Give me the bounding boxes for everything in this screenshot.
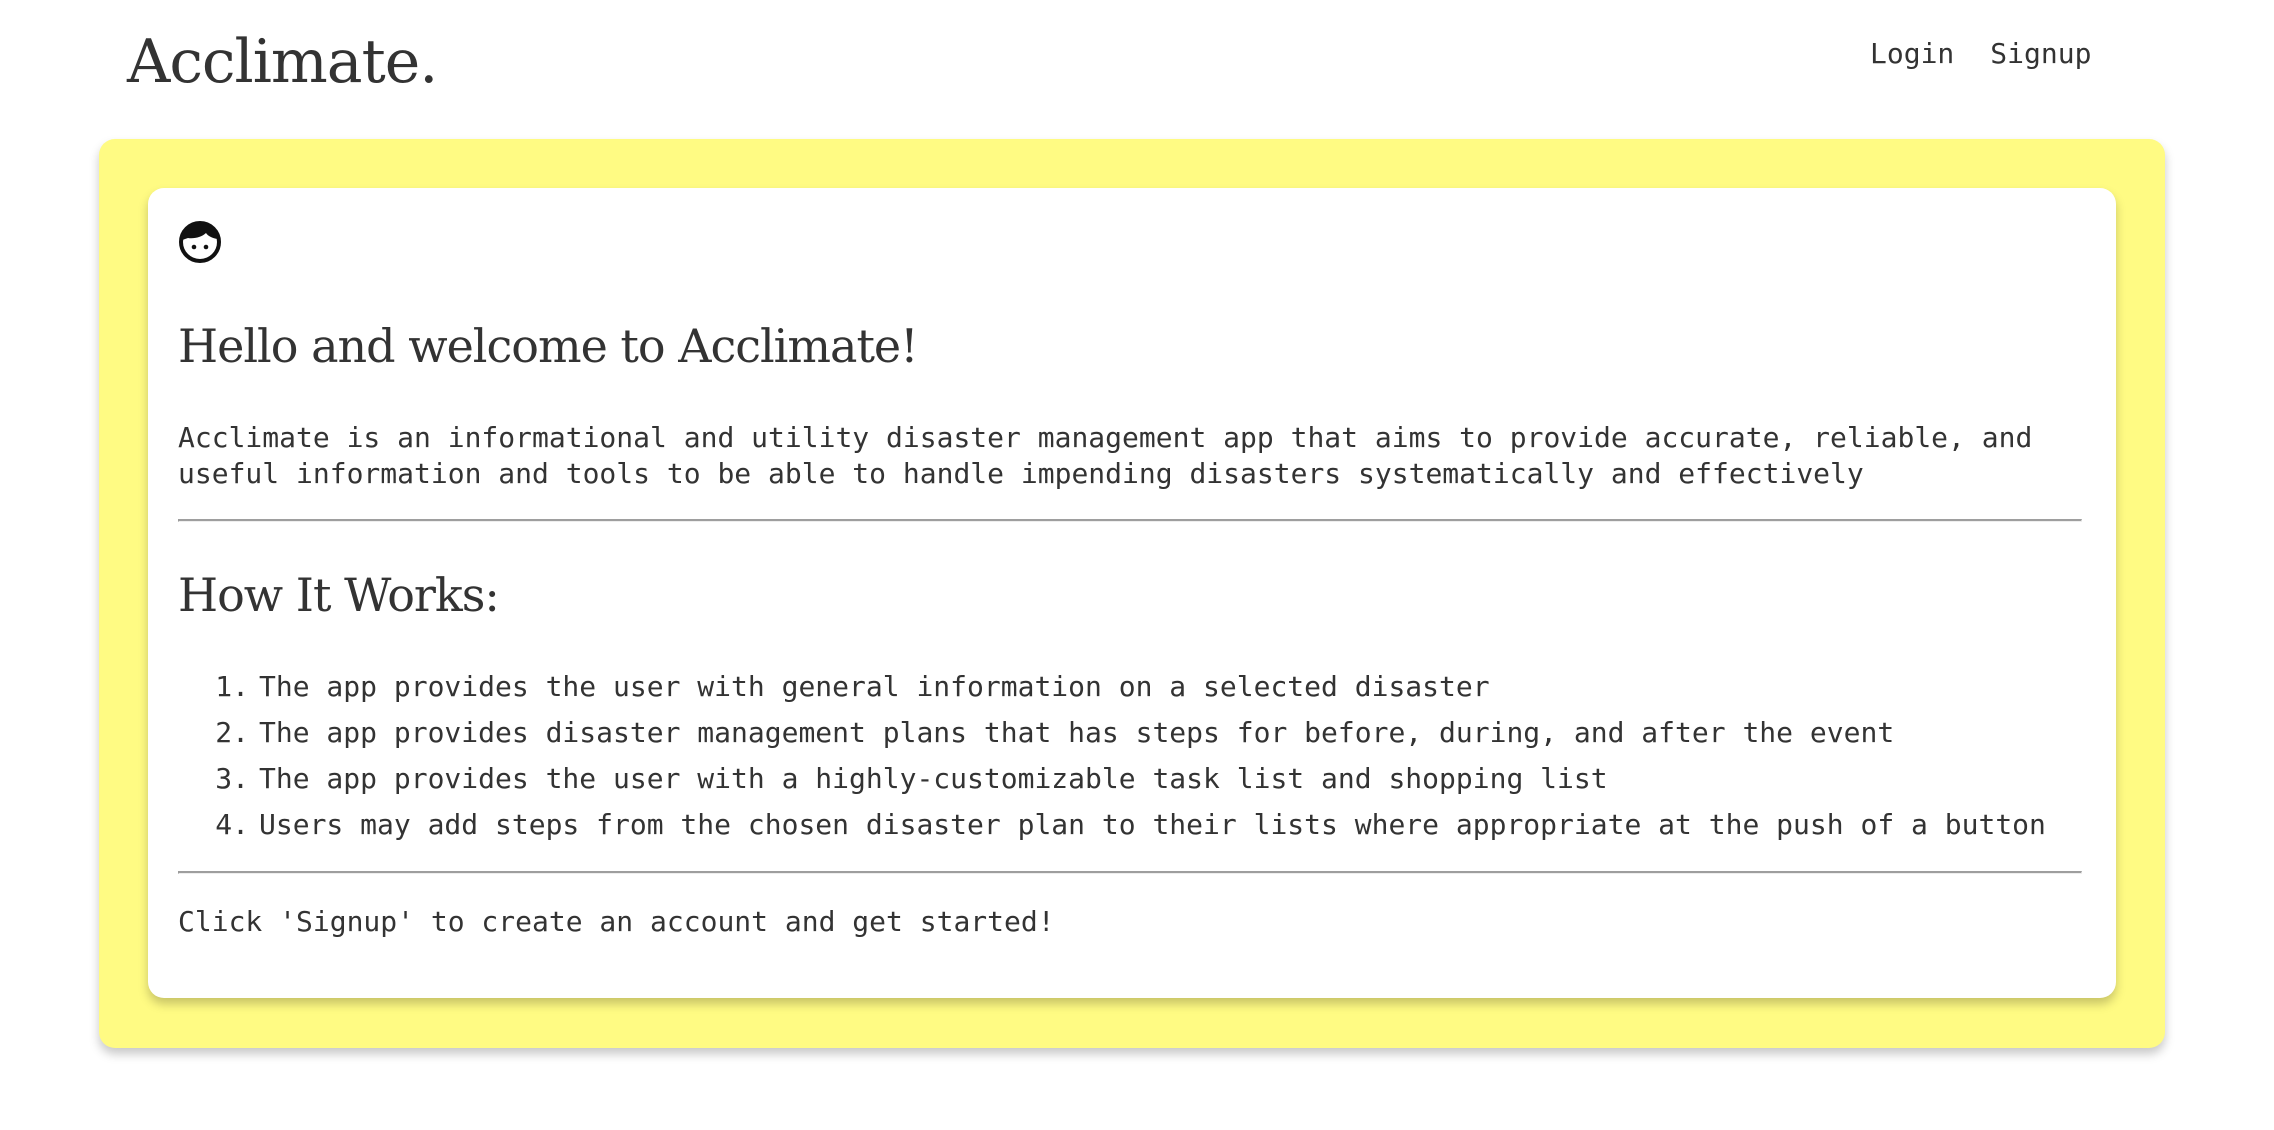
- welcome-card: Hello and welcome to Acclimate! Acclimat…: [148, 188, 2116, 998]
- site-header: Acclimate. Login Signup: [0, 0, 2274, 120]
- signup-call-to-action: Click 'Signup' to create an account and …: [178, 905, 1055, 938]
- list-item-text: The app provides the user with general i…: [259, 670, 1490, 703]
- list-item: 4. Users may add steps from the chosen d…: [178, 802, 2046, 848]
- section-divider: [178, 519, 2082, 522]
- list-item-number: 4.: [215, 808, 249, 841]
- section-divider: [178, 871, 2082, 874]
- signup-link[interactable]: Signup: [1990, 36, 2091, 72]
- list-item-number: 3.: [215, 762, 249, 795]
- list-item: 2. The app provides disaster management …: [178, 710, 2046, 756]
- list-item-number: 2.: [215, 716, 249, 749]
- welcome-heading: Hello and welcome to Acclimate!: [178, 319, 919, 373]
- login-link[interactable]: Login: [1870, 36, 1954, 72]
- list-item-text: The app provides disaster management pla…: [259, 716, 1895, 749]
- how-it-works-list: 1. The app provides the user with genera…: [178, 664, 2046, 848]
- list-item: 3. The app provides the user with a high…: [178, 756, 2046, 802]
- list-item-number: 1.: [215, 670, 249, 703]
- top-nav: Login Signup: [1870, 36, 2091, 72]
- list-item: 1. The app provides the user with genera…: [178, 664, 2046, 710]
- brand-logo[interactable]: Acclimate.: [127, 22, 438, 102]
- intro-paragraph: Acclimate is an informational and utilit…: [178, 421, 2033, 490]
- list-item-text: Users may add steps from the chosen disa…: [259, 808, 2046, 841]
- list-item-text: The app provides the user with a highly-…: [259, 762, 1608, 795]
- face-icon: [179, 221, 221, 263]
- how-it-works-heading: How It Works:: [178, 568, 500, 622]
